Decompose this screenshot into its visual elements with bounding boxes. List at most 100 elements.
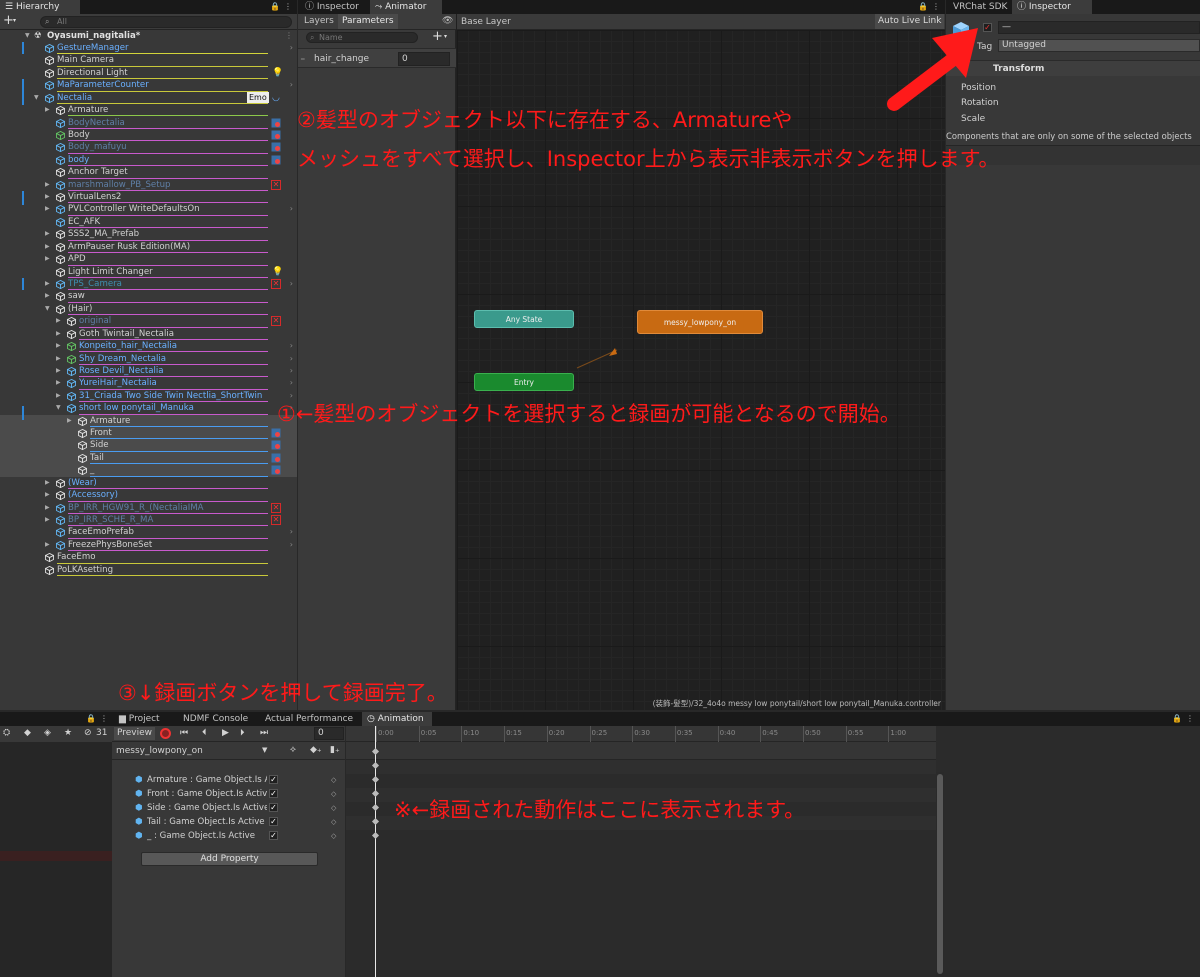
hierarchy-row[interactable]: BodyNectalia: [0, 117, 297, 129]
add-parameter-button[interactable]: +: [432, 29, 443, 44]
property-row[interactable]: ⬢ _ : Game Object.Is Active ✓ ◇: [135, 829, 345, 843]
hierarchy-row[interactable]: EC_AFK: [0, 216, 297, 229]
hierarchy-row[interactable]: ▶ SSS2_MA_Prefab: [0, 228, 297, 241]
record-button[interactable]: [160, 728, 171, 739]
breadcrumb-base-layer[interactable]: Base Layer: [461, 17, 511, 27]
property-value-checkbox[interactable]: ✓: [269, 831, 278, 840]
keyframe-toggle-icon[interactable]: ◇: [331, 829, 336, 843]
collapse-arrow-icon[interactable]: ▶: [45, 278, 50, 290]
drag-handle-icon[interactable]: ═: [301, 56, 305, 63]
hierarchy-row[interactable]: FaceEmoPrefab ›: [0, 526, 297, 539]
collapse-arrow-icon[interactable]: ▶: [45, 514, 50, 526]
open-prefab-icon[interactable]: ›: [290, 353, 293, 365]
collapse-arrow-icon[interactable]: ▶: [56, 315, 61, 327]
collapse-arrow-icon[interactable]: ▶: [45, 489, 50, 501]
collapse-arrow-icon[interactable]: ▶: [56, 353, 61, 365]
add-keyframe-icon[interactable]: ⟡: [290, 745, 296, 755]
hierarchy-row[interactable]: ▶ 31_Criada Two Side Twin Nectlia_ShortTw…: [0, 390, 297, 403]
hierarchy-row[interactable]: Side: [0, 439, 297, 452]
hierarchy-row[interactable]: Light Limit Changer 💡: [0, 266, 297, 278]
collapse-arrow-icon[interactable]: ▶: [56, 390, 61, 402]
keyframe-toggle-icon[interactable]: ◇: [331, 801, 336, 815]
tab-parameters[interactable]: Parameters: [338, 14, 398, 29]
timeline-ruler[interactable]: 0:00 0:05 0:10 0:15 0:20 0:25 0:30 0:35 0:40 0:45…: [346, 726, 936, 742]
property-value-checkbox[interactable]: ✓: [269, 817, 278, 826]
menu-icon[interactable]: ⋮: [1186, 714, 1194, 723]
hierarchy-row[interactable]: PoLKAsetting: [0, 564, 297, 577]
open-prefab-icon[interactable]: ›: [290, 42, 293, 54]
default-state-node[interactable]: messy_lowpony_on: [637, 310, 763, 334]
hierarchy-row[interactable]: ▶ Shy Dream_Nectalia ›: [0, 353, 297, 365]
preview-button[interactable]: Preview: [114, 727, 156, 740]
hierarchy-row[interactable]: ▶ saw: [0, 290, 297, 303]
dropdown-arrow-icon[interactable]: ▾: [444, 33, 447, 40]
property-row[interactable]: ⬢ Armature : Game Object.Is A ✓ ◇: [135, 773, 345, 787]
tab-hierarchy[interactable]: ☰ Hierarchy: [0, 0, 80, 14]
property-row[interactable]: ⬢ Side : Game Object.Is Active ✓ ◇: [135, 801, 345, 815]
lock-icon[interactable]: 🔒: [918, 2, 928, 11]
hierarchy-row[interactable]: ▶ (Wear): [0, 477, 297, 490]
collapse-arrow-icon[interactable]: ▶: [45, 477, 50, 489]
open-prefab-icon[interactable]: ›: [290, 539, 293, 551]
open-prefab-icon[interactable]: ›: [290, 79, 293, 91]
tag-dropdown[interactable]: Untagged: [998, 39, 1200, 52]
hierarchy-row[interactable]: ▶ original ✕: [0, 315, 297, 328]
name-field[interactable]: —: [998, 21, 1200, 34]
star-icon[interactable]: ★: [64, 728, 72, 738]
hierarchy-row[interactable]: ▶ Rose Devil_Nectalia ›: [0, 365, 297, 378]
expand-arrow-icon[interactable]: ▼: [25, 30, 30, 42]
tab-layers[interactable]: Layers: [304, 16, 334, 26]
hierarchy-row[interactable]: ▶ BP_IRR_HGW91_R_(NectaliaIMA ✕: [0, 502, 297, 514]
next-key-icon[interactable]: ⏵: [240, 728, 245, 738]
property-row[interactable]: ⬢ Front : Game Object.Is Activ ✓ ◇: [135, 787, 345, 801]
hierarchy-row[interactable]: ▼ (Hair): [0, 303, 297, 316]
hierarchy-row[interactable]: body: [0, 154, 297, 167]
expand-arrow-icon[interactable]: ▼: [45, 303, 50, 315]
collapse-arrow-icon[interactable]: ▶: [45, 203, 50, 215]
menu-icon[interactable]: ⋮: [932, 2, 940, 11]
layer-icon[interactable]: ◈: [44, 728, 51, 738]
collapse-arrow-icon[interactable]: ▶: [45, 179, 50, 191]
prev-key-icon[interactable]: ⏴: [202, 728, 207, 738]
hierarchy-row[interactable]: ▶ VirtualLens2: [0, 191, 297, 204]
eye-icon[interactable]: 👁: [442, 16, 453, 26]
frame-field[interactable]: 0: [314, 727, 344, 740]
tab-inspector[interactable]: ⓘ Inspector: [300, 0, 370, 14]
menu-icon[interactable]: ⋮: [284, 2, 292, 11]
collapse-arrow-icon[interactable]: ▶: [45, 253, 50, 265]
open-prefab-icon[interactable]: ›: [290, 278, 293, 290]
open-prefab-icon[interactable]: ›: [290, 365, 293, 377]
property-row[interactable]: ⬢ Tail : Game Object.Is Active ✓ ◇: [135, 815, 345, 829]
keyframe-toggle-icon[interactable]: ◇: [331, 773, 336, 787]
parameter-search-input[interactable]: ⌕ Name: [306, 32, 418, 43]
hierarchy-row[interactable]: MaParameterCounter ›: [0, 79, 297, 92]
clip-dropdown[interactable]: messy_lowpony_on: [116, 746, 203, 756]
hierarchy-row[interactable]: Front: [0, 427, 297, 440]
tab-project[interactable]: ▆ Project: [114, 712, 178, 726]
timeline-scrollbar[interactable]: [936, 772, 944, 977]
tab-actual-performance[interactable]: Actual Performance: [260, 712, 362, 726]
hierarchy-row[interactable]: ▶ Armature: [0, 104, 297, 117]
tab-inspector-right[interactable]: ⓘ Inspector: [1012, 0, 1092, 14]
lock-icon[interactable]: 🔒: [86, 714, 96, 723]
collapse-arrow-icon[interactable]: ▶: [45, 502, 50, 514]
scrollbar-thumb[interactable]: [937, 774, 943, 974]
hierarchy-row[interactable]: ▶ YureiHair_Nectalia ›: [0, 377, 297, 390]
any-state-node[interactable]: Any State: [474, 310, 574, 328]
hierarchy-row[interactable]: ▼ Nectalia Emo ◡: [0, 91, 297, 105]
hierarchy-row[interactable]: ▶ FreezePhysBoneSet ›: [0, 539, 297, 552]
hierarchy-row[interactable]: Body: [0, 129, 297, 142]
tab-animator[interactable]: ⤳ Animator: [370, 0, 442, 14]
add-property-button[interactable]: Add Property: [141, 852, 318, 866]
hierarchy-row[interactable]: ▶ Goth Twintail_Nectalia: [0, 328, 297, 341]
expand-arrow-icon[interactable]: ▼: [56, 402, 61, 414]
event-marker-icon[interactable]: ▮₊: [330, 745, 340, 755]
hierarchy-row[interactable]: ▼ short low ponytail_Manuka ›: [0, 402, 297, 415]
hierarchy-row[interactable]: Main Camera: [0, 54, 297, 67]
hierarchy-row[interactable]: Directional Light 💡: [0, 67, 297, 80]
kebab-icon[interactable]: ⋮: [285, 30, 293, 42]
entry-state-node[interactable]: Entry: [474, 373, 574, 391]
collapse-arrow-icon[interactable]: ▶: [45, 290, 50, 302]
open-prefab-icon[interactable]: ›: [290, 203, 293, 215]
menu-icon[interactable]: ⋮: [100, 714, 108, 723]
